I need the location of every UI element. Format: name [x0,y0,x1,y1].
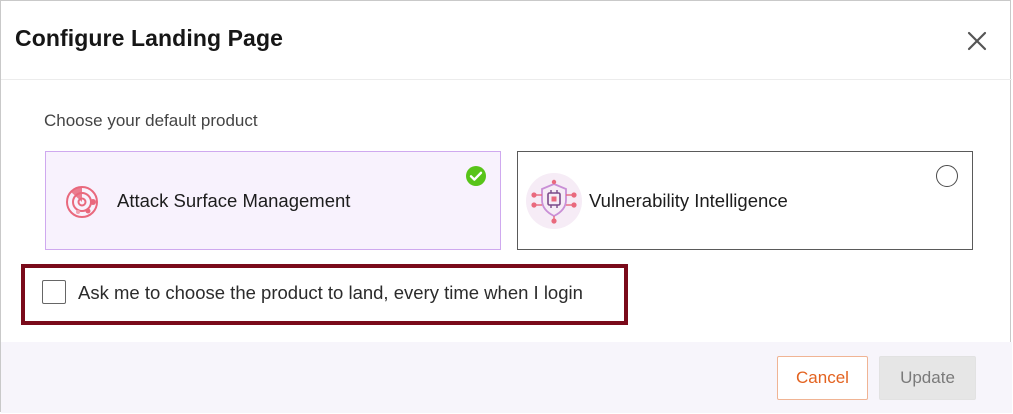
product-label: Attack Surface Management [117,190,351,211]
shield-chip-icon [526,173,582,229]
product-label: Vulnerability Intelligence [589,190,788,211]
configure-landing-dialog: Configure Landing Page Choose your defau… [0,0,1012,413]
product-radio[interactable] [936,165,958,187]
close-icon [967,31,987,51]
product-card-vulnerability-intelligence[interactable]: Vulnerability Intelligence [517,151,973,250]
ask-every-login-checkbox[interactable] [42,280,66,304]
cancel-button[interactable]: Cancel [777,356,868,400]
dialog-title: Configure Landing Page [15,25,283,51]
ask-every-login-label[interactable]: Ask me to choose the product to land, ev… [78,282,583,304]
dialog-footer: Cancel Update [1,342,1012,413]
product-card-attack-surface-management[interactable]: Attack Surface Management [45,151,501,250]
update-button[interactable]: Update [879,356,976,400]
selected-check-icon [465,165,487,187]
close-button[interactable] [965,29,989,53]
radar-target-icon [54,173,110,229]
choose-product-subtitle: Choose your default product [44,111,258,130]
dialog-header: Configure Landing Page [1,1,1012,80]
